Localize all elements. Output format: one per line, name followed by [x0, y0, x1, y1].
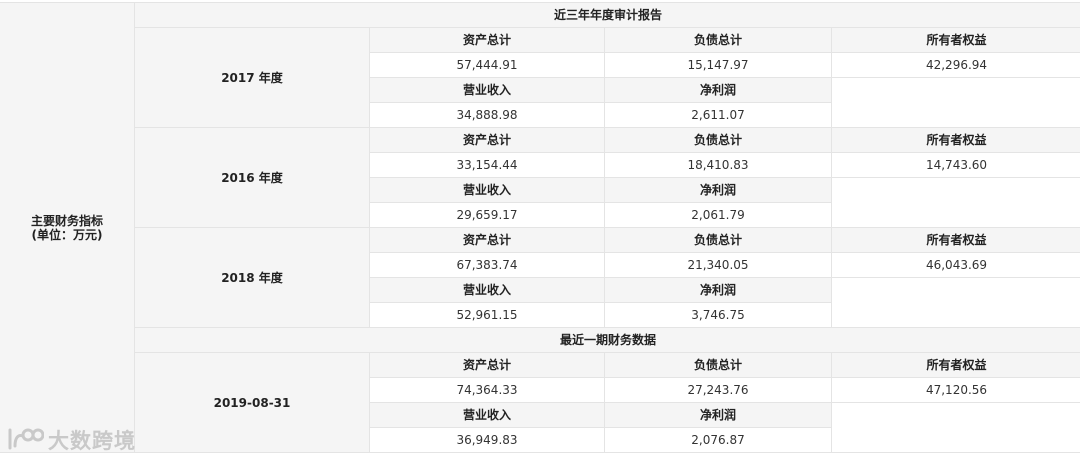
header-revenue: 营业收入: [369, 177, 605, 203]
table-row: 2017 年度 资产总计 负债总计 所有者权益: [0, 27, 1080, 128]
value-total-assets: 67,383.74: [369, 252, 605, 278]
logo-icon: [6, 426, 44, 454]
value-net-profit: 2,611.07: [604, 102, 832, 128]
value-owner-equity: 14,743.60: [830, 152, 1080, 178]
value-net-profit: 3,746.75: [604, 302, 832, 328]
empty-cell: [830, 77, 1080, 128]
header-total-liabilities: 负债总计: [604, 127, 832, 153]
value-total-liabilities: 27,243.76: [604, 377, 832, 403]
value-owner-equity: 47,120.56: [830, 377, 1080, 403]
value-total-liabilities: 18,410.83: [604, 152, 832, 178]
header-net-profit: 净利润: [604, 77, 832, 103]
empty-cell: [830, 277, 1080, 328]
section-title: 最近一期财务数据: [133, 327, 1080, 353]
value-owner-equity: 42,296.94: [830, 52, 1080, 78]
value-total-liabilities: 21,340.05: [604, 252, 832, 278]
watermark: 大数跨境: [6, 425, 136, 455]
section-title: 近三年年度审计报告: [133, 2, 1080, 28]
period-label: 2017 年度: [134, 27, 370, 128]
period-label: 2018 年度: [134, 227, 370, 328]
value-total-assets: 33,154.44: [369, 152, 605, 178]
header-owner-equity: 所有者权益: [830, 227, 1080, 253]
header-total-assets: 资产总计: [369, 27, 605, 53]
value-total-assets: 57,444.91: [369, 52, 605, 78]
header-total-assets: 资产总计: [369, 352, 605, 378]
value-total-assets: 74,364.33: [369, 377, 605, 403]
main-indicator-label: 主要财务指标 (单位：万元): [0, 2, 135, 453]
table-row: 2016 年度 资产总计 负债总计 所有者权益: [0, 127, 1080, 228]
value-net-profit: 2,076.87: [604, 427, 832, 453]
header-total-assets: 资产总计: [369, 127, 605, 153]
table-row: 2019-08-31 资产总计 负债总计 所有者权益: [0, 352, 1080, 453]
header-owner-equity: 所有者权益: [830, 27, 1080, 53]
header-owner-equity: 所有者权益: [830, 127, 1080, 153]
header-revenue: 营业收入: [369, 277, 605, 303]
header-net-profit: 净利润: [604, 402, 832, 428]
period-label: 2016 年度: [134, 127, 370, 228]
header-total-liabilities: 负债总计: [604, 352, 832, 378]
header-total-liabilities: 负债总计: [604, 27, 832, 53]
empty-cell: [830, 177, 1080, 228]
section-header-row: 最近一期财务数据: [0, 327, 1080, 353]
period-label: 2019-08-31: [134, 352, 370, 453]
value-revenue: 52,961.15: [369, 302, 605, 328]
header-total-assets: 资产总计: [369, 227, 605, 253]
section-header-row: 主要财务指标 (单位：万元) 近三年年度审计报告: [0, 2, 1080, 453]
header-revenue: 营业收入: [369, 77, 605, 103]
value-revenue: 36,949.83: [369, 427, 605, 453]
value-total-liabilities: 15,147.97: [604, 52, 832, 78]
header-revenue: 营业收入: [369, 402, 605, 428]
value-revenue: 29,659.17: [369, 202, 605, 228]
value-owner-equity: 46,043.69: [830, 252, 1080, 278]
header-total-liabilities: 负债总计: [604, 227, 832, 253]
header-net-profit: 净利润: [604, 277, 832, 303]
financial-table: 主要财务指标 (单位：万元) 近三年年度审计报告 2017 年度 资产总计 负债…: [0, 2, 1080, 453]
value-net-profit: 2,061.79: [604, 202, 832, 228]
header-net-profit: 净利润: [604, 177, 832, 203]
empty-cell: [830, 402, 1080, 453]
table-row: 2018 年度 资产总计 负债总计 所有者权益: [0, 227, 1080, 328]
watermark-text: 大数跨境: [48, 429, 136, 453]
main-indicator-text: 主要财务指标 (单位：万元): [30, 213, 103, 242]
header-owner-equity: 所有者权益: [830, 352, 1080, 378]
value-revenue: 34,888.98: [369, 102, 605, 128]
